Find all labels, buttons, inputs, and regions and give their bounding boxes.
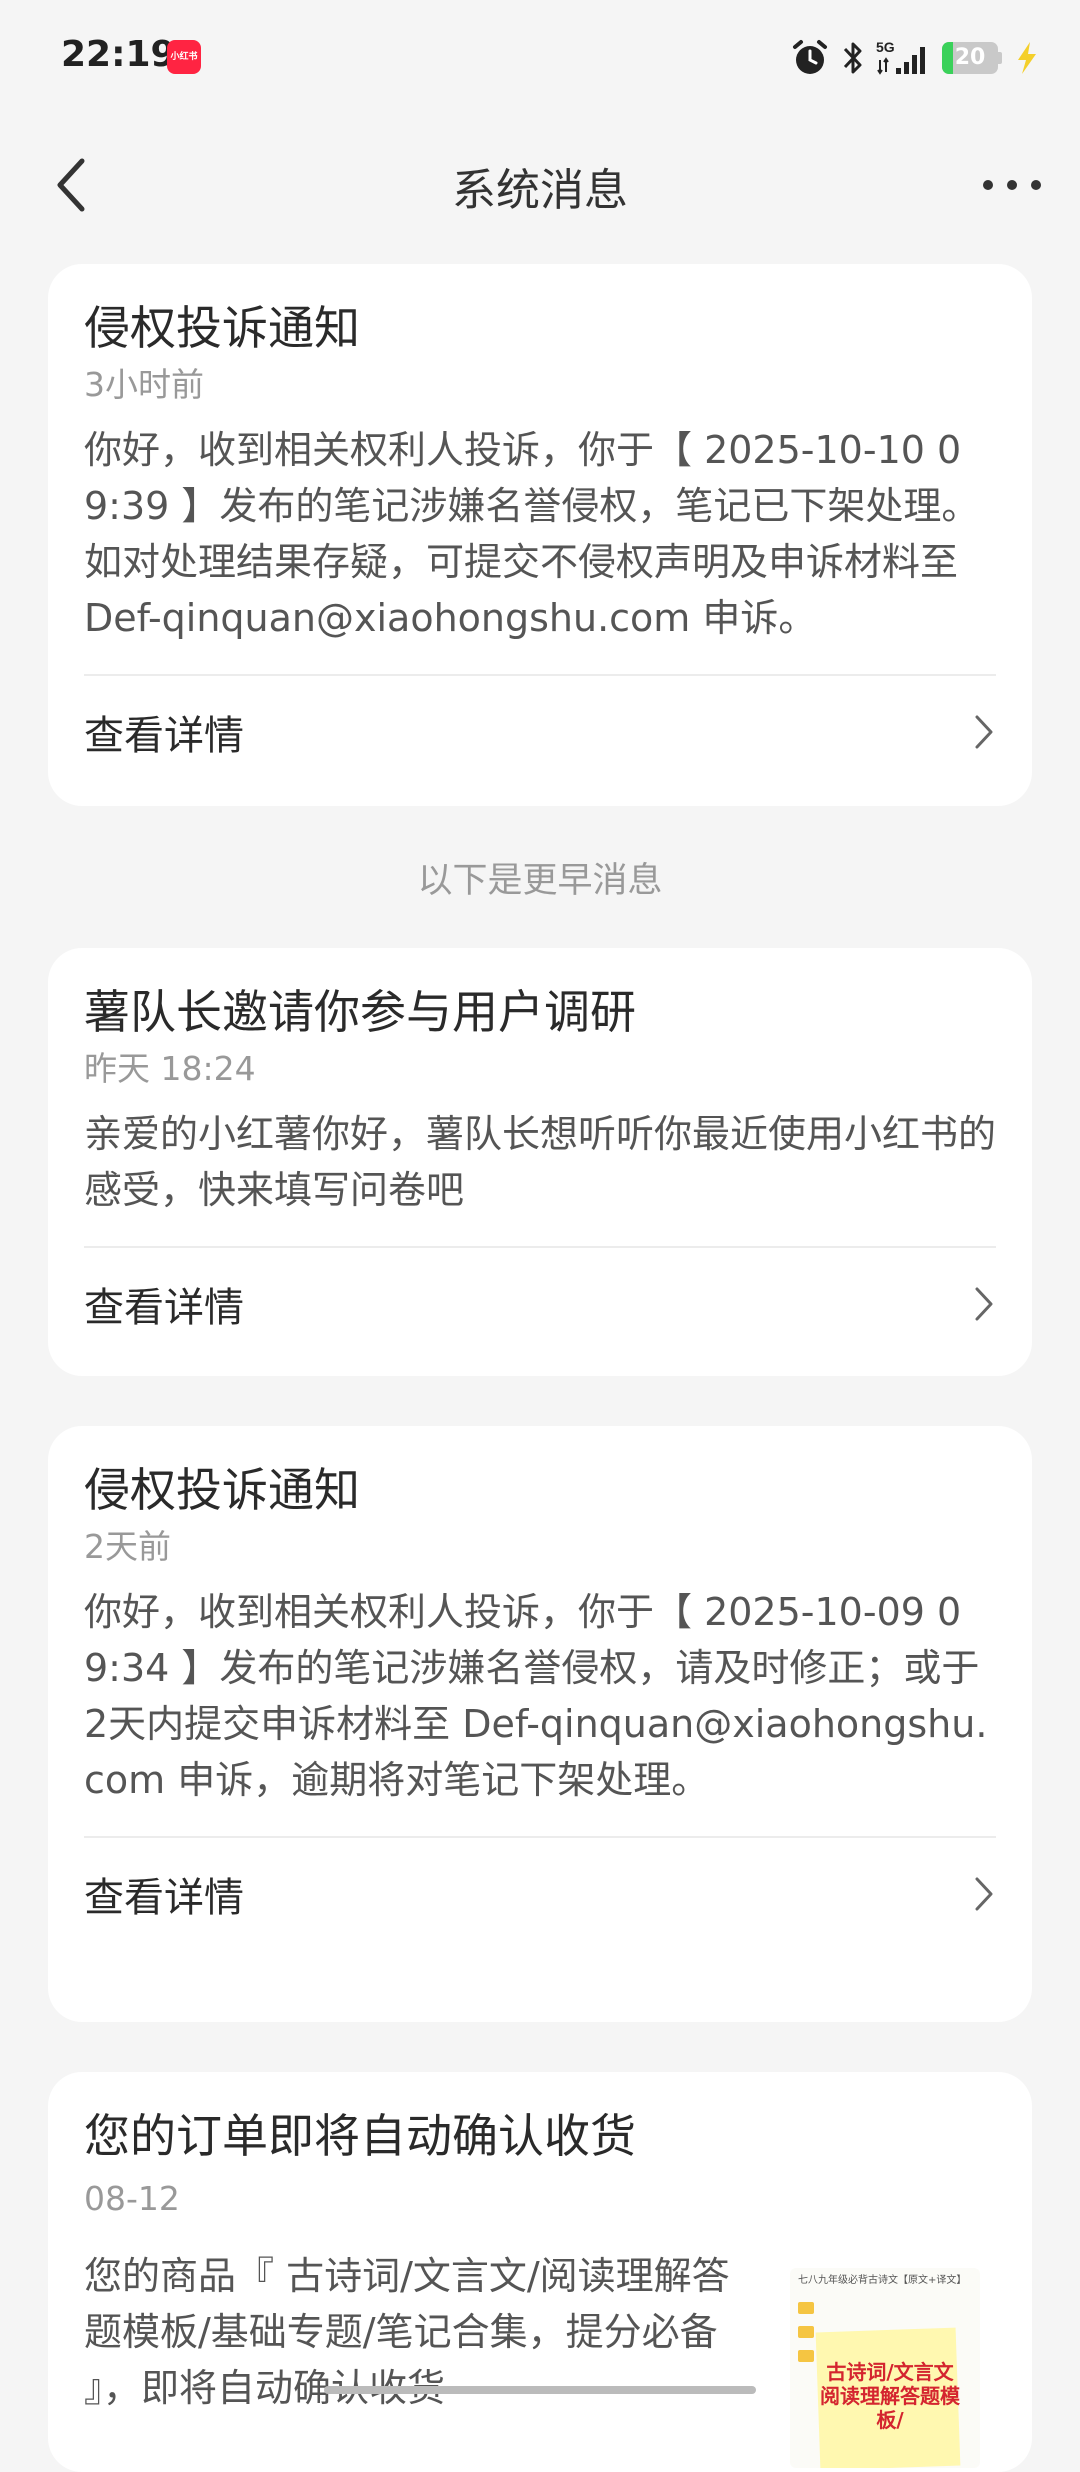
view-details-label: 查看详情 — [84, 1875, 244, 1921]
view-details-button[interactable]: 查看详情 — [84, 1838, 996, 1950]
earlier-messages-label: 以下是更早消息 — [417, 861, 663, 901]
message-card: 侵权投诉通知 3小时前 你好，收到相关权利人投诉，你于【 2025-10-10 … — [48, 264, 1032, 806]
message-time: 3小时前 — [84, 365, 204, 404]
message-card: 薯队长邀请你参与用户调研 昨天 18:24 亲爱的小红薯你好，薯队长想听听你最近… — [48, 948, 1032, 1376]
more-dots-icon — [983, 180, 1041, 190]
message-body: 亲爱的小红薯你好，薯队长想听听你最近使用小红书的感受，快来填写问卷吧 — [84, 1112, 997, 1212]
message-time: 2天前 — [84, 1527, 171, 1566]
alarm-icon — [790, 38, 830, 78]
more-button[interactable] — [972, 152, 1052, 218]
bluetooth-icon — [840, 38, 866, 78]
folder-icon — [798, 2326, 814, 2338]
thumbnail-header: 七八九年级必背古诗文【原文+译文】 — [798, 2275, 967, 2286]
message-card[interactable]: 您的订单即将自动确认收货 08-12 您的商品『 古诗词/文言文/阅读理解答题模… — [48, 2072, 1032, 2472]
message-body: 你好，收到相关权利人投诉，你于【 2025-10-10 09:39 】发布的笔记… — [84, 428, 980, 640]
chevron-right-icon — [972, 1284, 996, 1324]
svg-text:5G: 5G — [876, 39, 895, 55]
message-time: 08-12 — [84, 2179, 180, 2218]
chevron-right-icon — [972, 1874, 996, 1914]
message-title: 侵权投诉通知 — [84, 1463, 360, 1517]
status-bar: 22:19 小红书 5G 20 — [0, 0, 1080, 116]
status-time: 22:19 — [61, 34, 176, 75]
message-time: 昨天 18:24 — [84, 1049, 256, 1088]
charging-bolt-icon — [1012, 38, 1042, 78]
message-card: 侵权投诉通知 2天前 你好，收到相关权利人投诉，你于【 2025-10-09 0… — [48, 1426, 1032, 2022]
thumbnail-text: 古诗词/文言文阅读理解答题模板/ — [820, 2360, 960, 2432]
status-icons: 5G 20 — [790, 36, 1042, 80]
message-title: 薯队长邀请你参与用户调研 — [84, 985, 636, 1039]
view-details-label: 查看详情 — [84, 713, 244, 759]
folder-icon — [798, 2350, 814, 2362]
app-notification-icon: 小红书 — [167, 40, 201, 74]
product-thumbnail: 七八九年级必背古诗文【原文+译文】 古诗词/文言文阅读理解答题模板/ — [790, 2268, 980, 2468]
view-details-button[interactable]: 查看详情 — [84, 676, 996, 788]
battery-level-text: 20 — [954, 45, 986, 70]
home-indicator[interactable] — [324, 2386, 756, 2394]
battery-icon: 20 — [942, 42, 1002, 74]
view-details-label: 查看详情 — [84, 1285, 244, 1331]
message-title: 侵权投诉通知 — [84, 301, 360, 355]
message-body: 你好，收到相关权利人投诉，你于【 2025-10-09 09:34 】发布的笔记… — [84, 1590, 988, 1802]
page-title: 系统消息 — [452, 165, 628, 216]
signal-5g-icon: 5G — [876, 38, 932, 78]
chevron-right-icon — [972, 712, 996, 752]
view-details-button[interactable]: 查看详情 — [84, 1248, 996, 1360]
folder-icon — [798, 2302, 814, 2314]
message-title: 您的订单即将自动确认收货 — [84, 2109, 636, 2163]
nav-bar: 系统消息 — [0, 130, 1080, 240]
